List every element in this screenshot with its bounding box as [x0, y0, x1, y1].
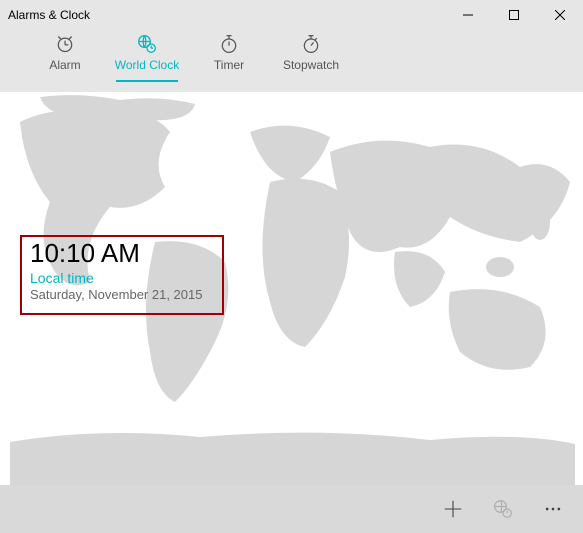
minimize-button[interactable]	[445, 0, 491, 30]
clock-date: Saturday, November 21, 2015	[30, 287, 214, 302]
more-button[interactable]	[531, 487, 575, 531]
tab-alarm-label: Alarm	[49, 58, 80, 72]
titlebar: Alarms & Clock	[0, 0, 583, 30]
tab-alarm[interactable]: Alarm	[24, 30, 106, 82]
clock-label: Local time	[30, 270, 214, 286]
plus-icon	[442, 498, 464, 520]
add-clock-button[interactable]	[431, 487, 475, 531]
tab-bar: Alarm World Clock Timer Stopwatch	[0, 30, 583, 92]
world-clock-content: 10:10 AM Local time Saturday, November 2…	[0, 92, 583, 485]
titlebar-controls	[445, 0, 583, 30]
tab-world-clock[interactable]: World Clock	[106, 30, 188, 82]
tab-timer-label: Timer	[214, 58, 244, 72]
tab-timer[interactable]: Timer	[188, 30, 270, 82]
timer-icon	[219, 34, 239, 54]
close-button[interactable]	[537, 0, 583, 30]
maximize-icon	[509, 10, 519, 20]
window-title: Alarms & Clock	[8, 8, 90, 22]
world-clock-small-icon	[493, 499, 513, 519]
command-bar	[0, 485, 583, 533]
world-clock-icon	[137, 34, 157, 54]
alarm-icon	[55, 34, 75, 54]
stopwatch-icon	[301, 34, 321, 54]
tab-world-clock-label: World Clock	[115, 58, 179, 72]
close-icon	[555, 10, 565, 20]
maximize-button[interactable]	[491, 0, 537, 30]
convert-time-button[interactable]	[481, 487, 525, 531]
tab-stopwatch[interactable]: Stopwatch	[270, 30, 352, 82]
clock-time: 10:10 AM	[30, 239, 214, 268]
tab-stopwatch-label: Stopwatch	[283, 58, 339, 72]
minimize-icon	[463, 10, 473, 20]
local-time-card[interactable]: 10:10 AM Local time Saturday, November 2…	[20, 235, 224, 315]
ellipsis-icon	[543, 499, 563, 519]
